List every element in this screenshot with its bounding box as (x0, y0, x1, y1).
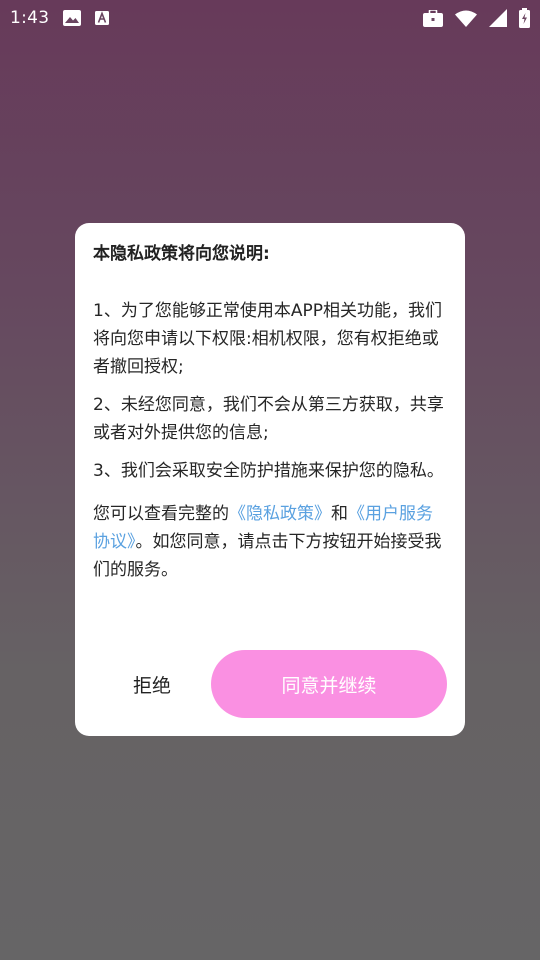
privacy-dialog: 本隐私政策将向您说明: 1、为了您能够正常使用本APP相关功能，我们将向您申请以… (75, 223, 465, 736)
dialog-title: 本隐私政策将向您说明: (93, 244, 270, 264)
note-prefix: 您可以查看完整的 (93, 504, 229, 524)
status-bar: 1:43 (0, 0, 540, 36)
image-icon (63, 10, 82, 26)
privacy-policy-link[interactable]: 《隐私政策》 (229, 504, 331, 524)
permission-item-3: 3、我们会采取安全防护措施来保护您的隐私。 (93, 461, 444, 481)
status-time: 1:43 (10, 8, 50, 28)
note-suffix: 。如您同意，请点击下方按钮开始接受我们的服务。 (93, 532, 442, 580)
status-right (423, 8, 530, 28)
signal-icon (489, 9, 507, 27)
permission-item-1: 1、为了您能够正常使用本APP相关功能，我们将向您申请以下权限:相机权限，您有权… (93, 301, 442, 377)
briefcase-icon (423, 9, 443, 27)
policy-note: 您可以查看完整的《隐私政策》和《用户服务协议》。如您同意，请点击下方按钮开始接受… (93, 500, 447, 584)
wifi-icon (455, 10, 477, 27)
note-and: 和 (331, 504, 348, 524)
text-a-icon (95, 11, 110, 25)
battery-icon (519, 8, 530, 28)
dialog-buttons: 拒绝 同意并继续 (75, 650, 465, 718)
reject-button[interactable]: 拒绝 (115, 664, 189, 704)
agree-continue-button[interactable]: 同意并继续 (211, 650, 447, 718)
status-left: 1:43 (10, 8, 110, 28)
permission-item-2: 2、未经您同意，我们不会从第三方获取，共享或者对外提供您的信息; (93, 395, 444, 443)
